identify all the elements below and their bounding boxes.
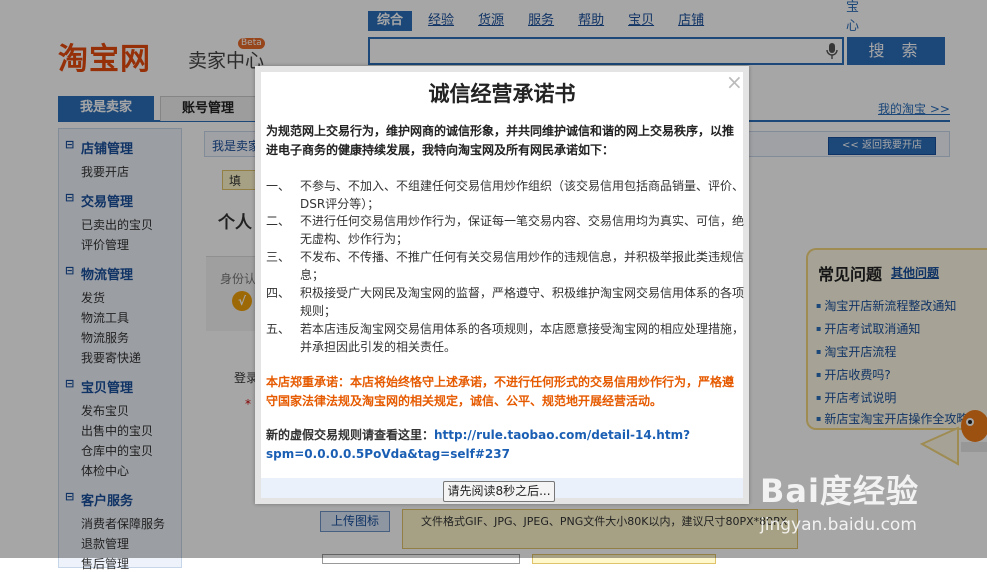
rule-paragraph: 新的虚假交易规则请查看这里：http://rule.taobao.com/det…	[266, 426, 744, 464]
pledge-item-number: 三、	[266, 250, 291, 264]
pledge-item-text: 若本店违反淘宝网交易信用体系的各项规则，本店愿意接受淘宝网的相应处理措施，并承担…	[300, 322, 745, 354]
pledge-item-text: 积极接受广大网民及淘宝网的监督，严格遵守、积极维护淘宝网交易信用体系的各项规则；	[300, 286, 745, 318]
read-countdown-button[interactable]: 请先阅读8秒之后...	[443, 481, 555, 502]
pledge-item-text: 不发布、不传播、不推广任何有关交易信用炒作的违规信息，并积极举报此类违规信息；	[300, 250, 745, 282]
solemn-pledge-text: 本店郑重承诺：本店将始终恪守上述承诺，不进行任何形式的交易信用炒作行为，严格遵守…	[266, 375, 735, 408]
pledge-item-text: 不进行任何交易信用炒作行为，保证每一笔交易内容、交易信用均为真实、可信，绝无虚构…	[300, 214, 745, 246]
dialog-intro: 为规范网上交易行为，维护网商的诚信形象，并共同维护诚信和谐的网上交易秩序，以推进…	[266, 124, 735, 157]
rule-prefix: 新的虚假交易规则请查看这里：	[266, 428, 435, 442]
pledge-item-text: 不参与、不加入、不组建任何交易信用炒作组织（该交易信用包括商品销量、评价、DSR…	[300, 179, 745, 211]
pledge-item-number: 五、	[266, 322, 291, 336]
pledge-item-number: 四、	[266, 286, 291, 300]
dialog-title: 诚信经营承诺书	[428, 82, 576, 106]
pledge-item-number: 一、	[266, 179, 291, 193]
pledge-item-number: 二、	[266, 214, 291, 228]
baidu-watermark-url: jingyan.baidu.com	[760, 515, 917, 535]
baidu-watermark: Bai度经验	[760, 472, 919, 510]
